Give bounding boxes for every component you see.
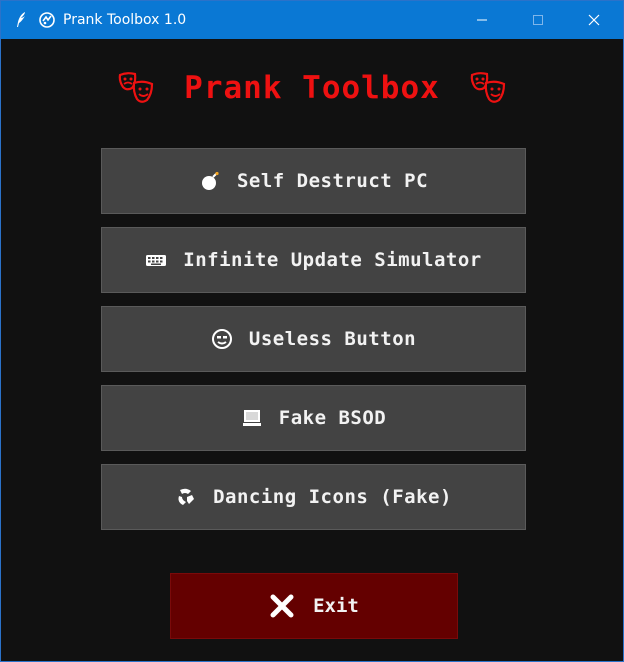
- monitor-icon: [241, 407, 263, 429]
- self-destruct-label: Self Destruct PC: [236, 170, 429, 192]
- minimize-icon: [477, 19, 487, 21]
- main-content: Prank Toolbox Self Destruct PC Infinite …: [1, 39, 623, 661]
- app-icon: [39, 12, 55, 28]
- dancing-icons-label: Dancing Icons (Fake): [213, 486, 452, 508]
- maximize-icon: [533, 15, 543, 25]
- maximize-button[interactable]: [515, 1, 561, 39]
- exit-label: Exit: [313, 595, 359, 617]
- dancing-icons-button[interactable]: Dancing Icons (Fake): [101, 464, 526, 530]
- exit-button[interactable]: Exit: [170, 573, 458, 639]
- bomb-icon: [199, 170, 221, 192]
- theater-masks-icon: [470, 72, 506, 103]
- close-window-button[interactable]: [571, 1, 617, 39]
- useless-button[interactable]: Useless Button: [101, 306, 526, 372]
- infinite-update-button[interactable]: Infinite Update Simulator: [101, 227, 526, 293]
- window-title: Prank Toolbox 1.0: [63, 12, 187, 28]
- useless-button-label: Useless Button: [248, 328, 417, 350]
- fake-bsod-label: Fake BSOD: [278, 407, 387, 429]
- close-x-icon: [269, 593, 295, 619]
- feather-icon: [17, 12, 25, 27]
- page-title: Prank Toolbox: [184, 70, 440, 106]
- app-window: Prank Toolbox 1.0 Prank Toolbox Self Des…: [0, 0, 624, 662]
- keyboard-icon: [145, 249, 167, 271]
- close-icon: [588, 14, 600, 26]
- self-destruct-button[interactable]: Self Destruct PC: [101, 148, 526, 214]
- app-heading: Prank Toolbox: [1, 69, 623, 113]
- infinite-update-label: Infinite Update Simulator: [183, 249, 482, 271]
- minimize-button[interactable]: [459, 1, 505, 39]
- theater-masks-icon: [118, 72, 154, 103]
- smiley-face-icon: [211, 328, 233, 350]
- dancing-icon: [175, 486, 197, 508]
- title-bar[interactable]: Prank Toolbox 1.0: [1, 1, 623, 39]
- fake-bsod-button[interactable]: Fake BSOD: [101, 385, 526, 451]
